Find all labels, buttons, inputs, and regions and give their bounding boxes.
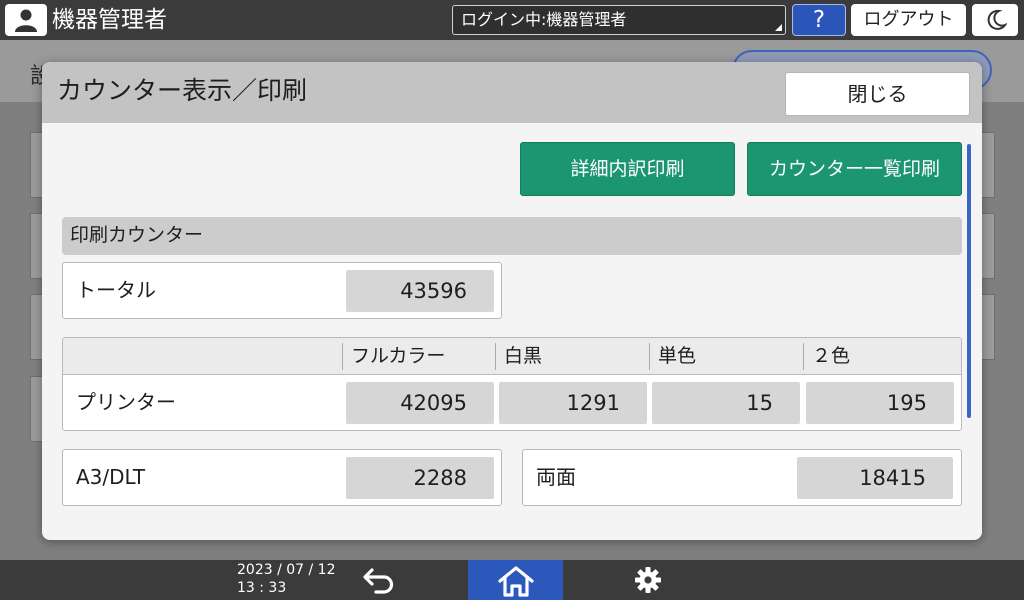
background-title: 設: [30, 64, 42, 89]
total-value: 43596: [346, 270, 494, 312]
a3dlt-value: 2288: [346, 457, 494, 499]
duplex-box: 両面 18415: [522, 449, 962, 506]
date-time: 2023 / 07 / 12 13 : 33: [237, 561, 336, 597]
time-text: 13 : 33: [237, 580, 287, 596]
date-text: 2023 / 07 / 12: [237, 562, 336, 578]
dialog-header: カウンター表示／印刷 閉じる: [42, 62, 982, 123]
help-button[interactable]: ?: [792, 4, 846, 36]
scrollbar[interactable]: [967, 144, 971, 418]
single-color-value: 15: [652, 382, 800, 424]
duplex-value: 18415: [797, 457, 953, 499]
column-header-two-color: ２色: [803, 343, 961, 370]
home-button[interactable]: [468, 560, 563, 600]
night-mode-button[interactable]: [972, 4, 1018, 36]
login-status-field[interactable]: ログイン中:機器管理者: [452, 5, 786, 35]
printer-counter-table: フルカラー 白黒 単色 ２色 プリンター 42095 1291 15 195: [62, 337, 962, 431]
logout-button[interactable]: ログアウト: [851, 4, 966, 36]
user-title: 機器管理者: [52, 7, 167, 33]
detail-print-button[interactable]: 詳細内訳印刷: [520, 142, 735, 196]
dropdown-corner-icon: [775, 24, 782, 31]
column-header-single-color: 単色: [649, 343, 803, 370]
a3dlt-label: A3/DLT: [76, 465, 146, 489]
table-header: フルカラー 白黒 単色 ２色: [63, 338, 961, 375]
login-status-text: ログイン中:機器管理者: [461, 10, 627, 29]
close-button[interactable]: 閉じる: [785, 72, 970, 116]
section-title: 印刷カウンター: [62, 217, 962, 255]
full-color-value: 42095: [346, 382, 494, 424]
black-white-value: 1291: [499, 382, 647, 424]
gear-icon[interactable]: [634, 566, 662, 598]
printer-row-label: プリンター: [76, 390, 176, 414]
two-color-value: 195: [806, 382, 954, 424]
duplex-label: 両面: [536, 465, 576, 489]
counter-list-print-button[interactable]: カウンター一覧印刷: [747, 142, 962, 196]
total-box: トータル 43596: [62, 262, 502, 319]
counter-dialog: カウンター表示／印刷 閉じる 詳細内訳印刷 カウンター一覧印刷 印刷カウンター …: [42, 62, 982, 540]
column-header-full-color: フルカラー: [342, 343, 495, 370]
column-header-black-white: 白黒: [495, 343, 649, 370]
moon-icon: [987, 9, 1007, 30]
total-label: トータル: [76, 278, 156, 302]
back-icon[interactable]: [362, 566, 398, 598]
user-icon[interactable]: [5, 4, 47, 36]
a3dlt-box: A3/DLT 2288: [62, 449, 502, 506]
home-icon: [498, 566, 534, 597]
dialog-title: カウンター表示／印刷: [57, 76, 308, 105]
